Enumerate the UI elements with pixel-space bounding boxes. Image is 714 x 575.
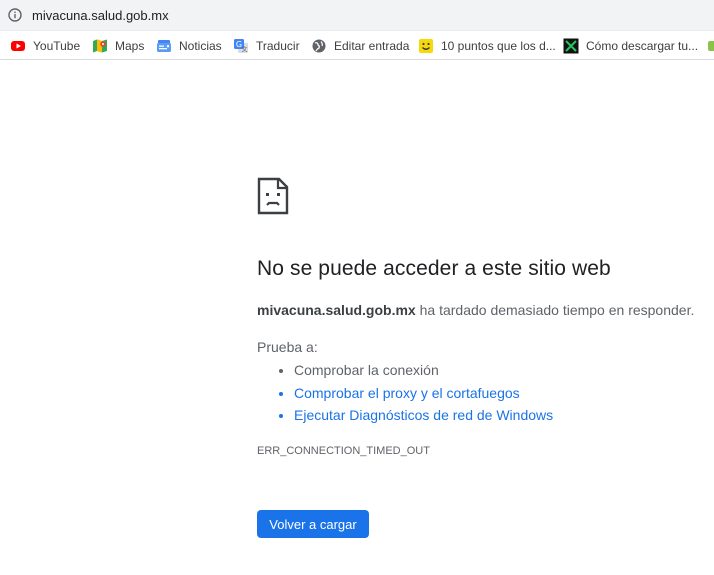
- bookmark-label: Editar entrada: [334, 39, 410, 53]
- url-text[interactable]: mivacuna.salud.gob.mx: [32, 8, 169, 23]
- svg-text:文: 文: [241, 46, 247, 54]
- error-page: No se puede acceder a este sitio web miv…: [0, 60, 714, 575]
- suggestion-check-connection: Comprobar la conexión: [294, 361, 553, 384]
- suggestion-proxy-firewall-link[interactable]: Comprobar el proxy y el cortafuegos: [294, 384, 553, 407]
- bookmark-label: YouTube: [33, 39, 81, 53]
- reload-button[interactable]: Volver a cargar: [257, 510, 369, 538]
- bookmark-traducir[interactable]: G 文 Traducir: [233, 37, 300, 55]
- bookmark-label: Noticias: [179, 39, 222, 53]
- info-icon[interactable]: [8, 8, 22, 22]
- bookmark-overflow[interactable]: [706, 37, 714, 55]
- bookmark-10-puntos[interactable]: 10 puntos que los d...: [418, 37, 556, 55]
- bookmark-label: Cómo descargar tu...: [586, 39, 699, 53]
- bookmark-maps[interactable]: Maps: [92, 37, 144, 55]
- error-host: mivacuna.salud.gob.mx: [257, 302, 416, 318]
- bookmark-como-descargar[interactable]: Cómo descargar tu...: [563, 37, 698, 55]
- bookmark-label: Traducir: [256, 39, 300, 53]
- youtube-icon: [11, 41, 25, 51]
- address-bar[interactable]: mivacuna.salud.gob.mx: [0, 0, 714, 31]
- globe-icon: [312, 39, 326, 53]
- error-summary: mivacuna.salud.gob.mx ha tardado demasia…: [257, 302, 694, 318]
- maps-icon: [93, 39, 107, 53]
- suggestions-list: Comprobar la conexión Comprobar el proxy…: [276, 361, 553, 429]
- bookmark-label: 10 puntos que los d...: [441, 39, 556, 53]
- smiley-icon: [419, 39, 433, 53]
- error-heading: No se puede acceder a este sitio web: [257, 257, 611, 280]
- translate-icon: G 文: [234, 39, 248, 54]
- suggestion-network-diagnostics-link[interactable]: Ejecutar Diagnósticos de red de Windows: [294, 406, 553, 429]
- try-label: Prueba a:: [257, 339, 318, 355]
- extension-icon: [708, 41, 714, 51]
- hacker-icon: [563, 38, 579, 54]
- bookmarks-bar: YouTube Maps Noticias G 文 Traducir Edita…: [0, 31, 714, 60]
- error-code: ERR_CONNECTION_TIMED_OUT: [257, 445, 430, 457]
- bookmark-youtube[interactable]: YouTube: [10, 37, 80, 55]
- error-message: ha tardado demasiado tiempo en responder…: [415, 302, 695, 318]
- bookmark-label: Maps: [115, 39, 145, 53]
- news-icon: [157, 40, 171, 52]
- bookmark-editar-entrada[interactable]: Editar entrada: [311, 37, 409, 55]
- bookmark-noticias[interactable]: Noticias: [156, 37, 222, 55]
- sad-document-icon: [257, 177, 289, 215]
